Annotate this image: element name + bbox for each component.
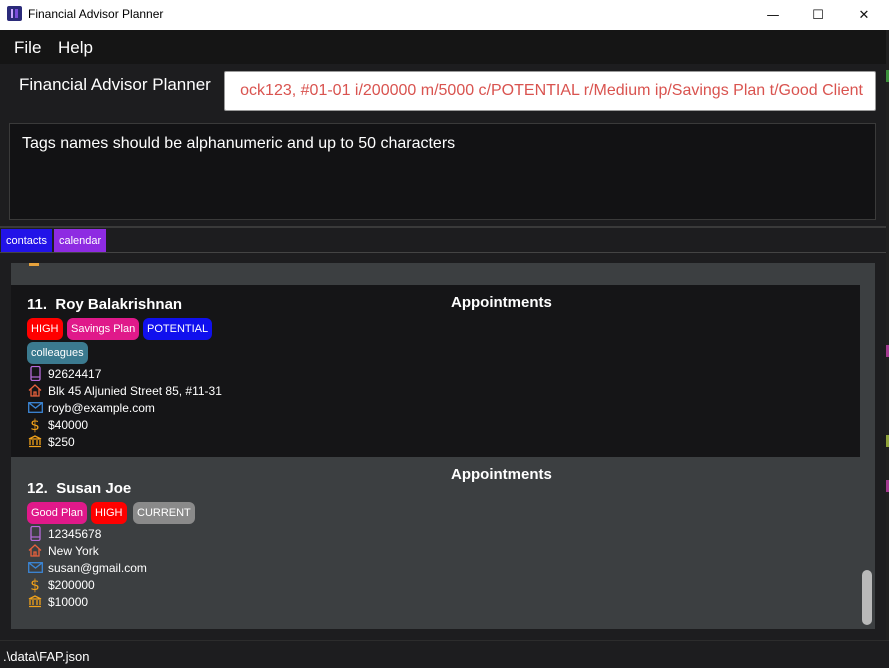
income-row: $ $40000: [27, 415, 89, 434]
monthly-value: $10000: [48, 594, 89, 609]
tag-priority: HIGH: [27, 318, 63, 340]
list-item-partial: [11, 263, 860, 285]
person-list[interactable]: 11. Roy Balakrishnan Appointments HIGH S…: [11, 263, 875, 629]
close-icon: ✕: [858, 7, 870, 23]
command-input[interactable]: ock123, #01-01 i/200000 m/5000 c/POTENTI…: [224, 71, 876, 111]
window-title: Financial Advisor Planner: [28, 7, 164, 21]
tag-priority: HIGH: [91, 502, 127, 524]
phone-value: 92624417: [48, 366, 102, 381]
minimize-button[interactable]: —: [750, 0, 796, 30]
email-row: susan@gmail.com: [27, 559, 147, 576]
command-area: Financial Advisor Planner ock123, #01-01…: [0, 64, 889, 120]
monthly-value: $250: [48, 434, 75, 449]
tag-plan: Savings Plan: [67, 318, 140, 340]
phone-icon: [27, 366, 43, 382]
mail-icon: [27, 560, 43, 576]
email-row: royb@example.com: [27, 399, 155, 416]
dollar-icon: $: [30, 575, 40, 594]
app-label: Financial Advisor Planner: [19, 75, 211, 94]
email-value: royb@example.com: [48, 400, 155, 415]
income-value: $40000: [48, 417, 89, 432]
partial-icon: [29, 263, 39, 266]
close-button[interactable]: ✕: [841, 0, 887, 30]
menu-file[interactable]: File: [14, 38, 41, 58]
scroll-thumb[interactable]: [862, 570, 872, 625]
income-row: $ $200000: [27, 575, 95, 594]
maximize-icon: ☐: [812, 7, 824, 23]
tab-strip-border: [0, 252, 889, 253]
maximize-button[interactable]: ☐: [795, 0, 841, 30]
tab-contacts[interactable]: contacts: [1, 229, 52, 252]
result-display[interactable]: Tags names should be alphanumeric and up…: [9, 123, 876, 220]
home-icon: [27, 543, 43, 559]
command-input-text: ock123, #01-01 i/200000 m/5000 c/POTENTI…: [240, 82, 863, 99]
monthly-row: $250: [27, 433, 75, 450]
address-value: Blk 45 Aljunied Street 85, #11-31: [48, 383, 222, 398]
phone-row: 92624417: [27, 365, 101, 382]
appointments-heading: Appointments: [451, 294, 552, 311]
mail-icon: [27, 400, 43, 416]
bank-icon: [27, 594, 43, 610]
window-title-bar: Financial Advisor Planner — ☐ ✕: [0, 0, 889, 30]
address-value: New York: [48, 543, 99, 558]
person-name: 11. Roy Balakrishnan: [27, 296, 183, 313]
menu-help[interactable]: Help: [58, 38, 93, 58]
income-value: $200000: [48, 577, 95, 592]
tab-calendar[interactable]: calendar: [54, 229, 107, 252]
minimize-icon: —: [766, 7, 780, 23]
person-card[interactable]: 12. Susan Joe Appointments Good Plan HIG…: [11, 457, 860, 629]
app-icon: [7, 6, 22, 21]
phone-row: 12345678: [27, 525, 101, 542]
tag-label: colleagues: [27, 342, 88, 364]
phone-icon: [27, 526, 43, 542]
result-message: Tags names should be alphanumeric and up…: [22, 135, 456, 152]
list-scrollbar[interactable]: [860, 263, 875, 629]
person-name: 12. Susan Joe: [27, 480, 132, 497]
status-bar: .\data\FAP.json: [0, 640, 889, 668]
divider: [0, 226, 889, 228]
person-card[interactable]: 11. Roy Balakrishnan Appointments HIGH S…: [11, 285, 860, 457]
bank-icon: [27, 434, 43, 450]
menu-bar: File Help: [0, 30, 889, 64]
dollar-icon: $: [30, 415, 40, 434]
email-value: susan@gmail.com: [48, 560, 147, 575]
home-icon: [27, 383, 43, 399]
tag-plan: Good Plan: [27, 502, 87, 524]
tag-client-status: POTENTIAL: [143, 318, 213, 340]
data-file-path: .\data\FAP.json: [3, 649, 90, 664]
appointments-heading: Appointments: [451, 466, 552, 483]
address-row: Blk 45 Aljunied Street 85, #11-31: [27, 382, 222, 399]
address-row: New York: [27, 542, 99, 559]
monthly-row: $10000: [27, 593, 88, 610]
tag-client-status: CURRENT: [133, 502, 195, 524]
phone-value: 12345678: [48, 526, 102, 541]
